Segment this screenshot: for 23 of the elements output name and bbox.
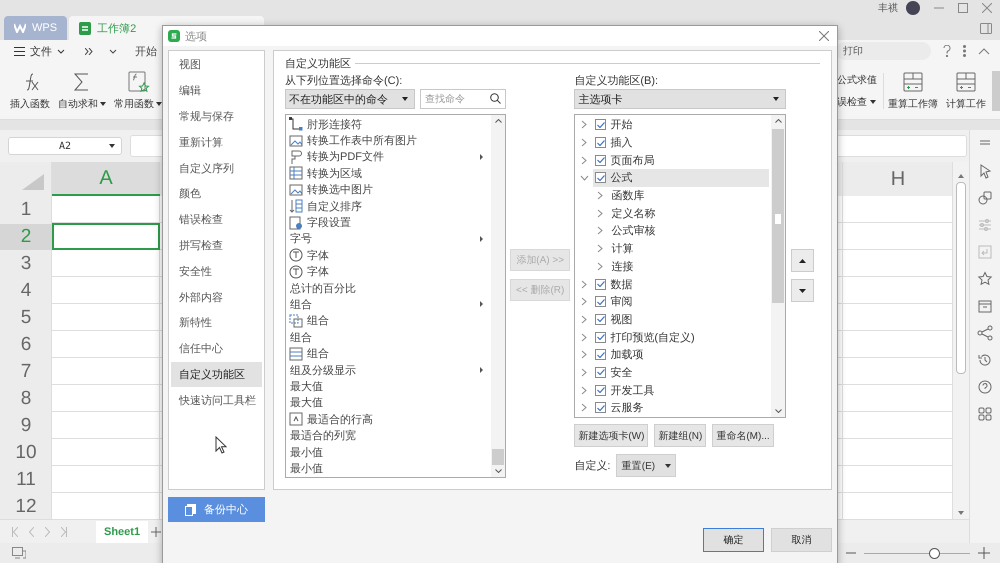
tree-label: 打印预览(自定义)	[610, 330, 695, 345]
section-title: 自定义功能区	[285, 56, 820, 70]
tree-label: 定义名称	[611, 206, 656, 221]
tree-label: 连接	[611, 260, 634, 274]
tree-label: 计算	[611, 242, 634, 256]
tree-label: 函数库	[611, 188, 644, 204]
tree-label: 加载项	[610, 348, 644, 362]
tree-label: 视图	[610, 312, 632, 327]
tree-label: 数据	[610, 278, 632, 292]
tree-label: 公式审核	[611, 224, 656, 238]
tree-label: 页面布局	[610, 154, 654, 168]
tree-label: 开始	[610, 118, 632, 132]
field-label: 自定义:	[574, 458, 610, 473]
tree-label: 安全	[610, 366, 632, 380]
field-label: 从下列位置选择命令(C):	[285, 74, 404, 87]
tree-label: 开发工具	[610, 384, 654, 398]
user-name: 丰祺	[878, 2, 898, 15]
tree-label: 公式	[610, 171, 632, 186]
tree-label: 插入	[610, 136, 632, 150]
field-label: 自定义功能区(B):	[574, 74, 660, 87]
tree-label: 云服务	[610, 401, 644, 416]
tree-label: 审阅	[610, 294, 632, 310]
dialog-title: 选项	[185, 30, 207, 44]
